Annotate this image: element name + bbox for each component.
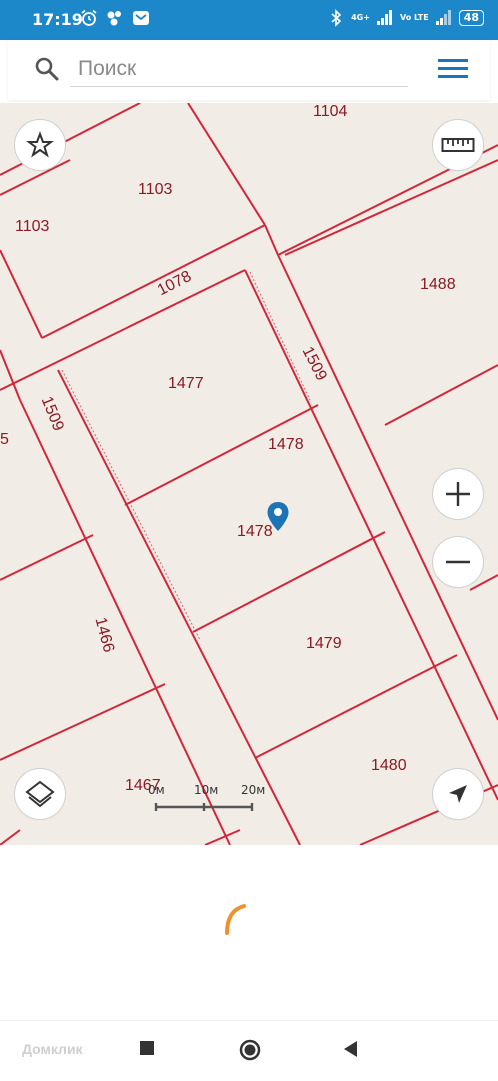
ruler-button[interactable]: [432, 119, 484, 171]
parcel-label: 1478: [268, 436, 304, 453]
menu-icon[interactable]: [436, 56, 470, 82]
signal-icon-2: [435, 10, 451, 25]
network-type: 4G+: [351, 13, 370, 22]
zoom-out-button[interactable]: [432, 536, 484, 588]
signal-icon: [376, 10, 392, 25]
parcel-label: 1103: [15, 218, 50, 235]
minus-icon: [446, 560, 470, 564]
volte-badge: Vo LTE: [399, 13, 429, 22]
parcel-label: 1477: [168, 375, 204, 392]
bluetooth-icon: [331, 9, 342, 27]
ruler-icon: [441, 138, 475, 152]
parcel-label: 1480: [371, 757, 407, 774]
watermark-text: Домклик: [22, 1041, 83, 1057]
battery-indicator: 48: [458, 10, 484, 26]
home-icon[interactable]: [238, 1038, 262, 1062]
status-bar: 17:19 4G+ Vo LTE 48: [0, 0, 498, 40]
back-icon[interactable]: [342, 1039, 360, 1059]
recents-icon[interactable]: [138, 1039, 156, 1057]
alarm-icon: [81, 9, 97, 26]
app-cluster-icon: [107, 11, 121, 26]
parcel-label: 1488: [420, 276, 456, 293]
parcel-label: 5: [0, 431, 9, 448]
cadastral-map[interactable]: 1104 1103 1103 1078 1488 1509 1477 1509 …: [0, 103, 498, 845]
parcel-label: 1103: [138, 181, 173, 198]
location-pin-icon[interactable]: [266, 501, 290, 533]
loading-spinner-icon: [225, 904, 246, 935]
layers-icon: [25, 780, 55, 808]
search-icon[interactable]: [34, 56, 60, 82]
scale-label-10: 10м: [194, 783, 219, 797]
zoom-in-button[interactable]: [432, 468, 484, 520]
plus-icon: [446, 482, 470, 506]
search-bar: [8, 40, 490, 100]
system-nav-bar: Домклик: [0, 1020, 498, 1081]
parcel-lines: [0, 103, 498, 845]
star-icon: [26, 131, 54, 158]
favorite-button[interactable]: [14, 119, 66, 171]
scale-ruler: [154, 803, 254, 811]
navigation-arrow-icon: [449, 785, 467, 803]
my-location-button[interactable]: [432, 768, 484, 820]
bottom-sheet: [0, 845, 498, 1020]
scale-label-0: 0м: [148, 783, 165, 797]
mail-icon: [133, 11, 149, 25]
search-input[interactable]: [70, 52, 408, 87]
parcel-label: 1104: [313, 103, 348, 120]
status-time: 17:19: [32, 10, 83, 29]
layers-button[interactable]: [14, 768, 66, 820]
parcel-label: 1479: [306, 635, 342, 652]
scale-bar: 0м 10м 20м: [148, 783, 273, 815]
scale-label-20: 20м: [241, 783, 266, 797]
